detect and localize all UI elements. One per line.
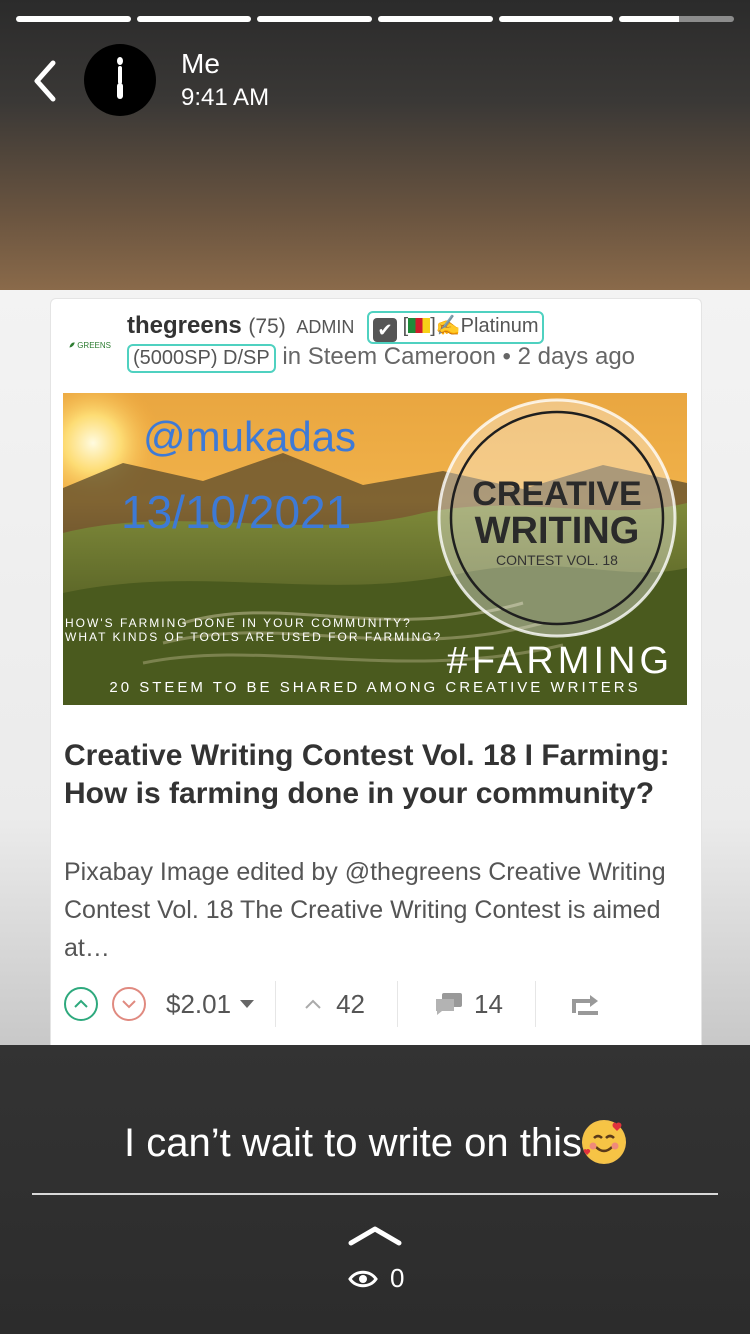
- payout-value[interactable]: $2.01: [166, 989, 231, 1020]
- story-progress-bar: [16, 16, 735, 22]
- image-question-2: WHAT KINDS OF TOOLS ARE USED FOR FARMING…: [65, 630, 442, 644]
- image-handle: @mukadas: [143, 413, 356, 460]
- divider: [397, 981, 398, 1027]
- shared-screenshot: GREENS thegreens (75) ADMIN ✔ []✍Platinu…: [0, 290, 750, 1060]
- comments-icon[interactable]: [434, 991, 464, 1017]
- avatar[interactable]: [84, 44, 156, 116]
- eye-icon: [348, 1270, 378, 1287]
- post-title[interactable]: Creative Writing Contest Vol. 18 I Farmi…: [64, 737, 674, 813]
- author-reputation: (75): [248, 315, 286, 338]
- downvote-button[interactable]: [112, 987, 146, 1021]
- caption-text: I can’t wait to write on this: [124, 1121, 582, 1165]
- post-actions: $2.01 42 14: [64, 979, 684, 1029]
- image-creative: CREATIVE: [472, 475, 641, 513]
- divider: [275, 981, 277, 1027]
- user-badge: ✔ []✍Platinum: [367, 311, 545, 344]
- story-timestamp: 9:41 AM: [181, 84, 270, 111]
- chevron-up-icon: [348, 1226, 402, 1246]
- view-count: 0: [390, 1263, 405, 1293]
- chevron-up-icon[interactable]: [304, 998, 322, 1010]
- divider: [534, 981, 536, 1027]
- chevron-left-icon: [34, 60, 56, 102]
- post-meta-line-1: thegreens (75) ADMIN ✔ []✍Platinum: [127, 311, 545, 344]
- role-label: ADMIN: [296, 317, 355, 337]
- post-excerpt[interactable]: Pixabay Image edited by @thegreens Creat…: [64, 853, 684, 967]
- checkbox-icon: ✔: [373, 318, 398, 342]
- story-footer: I can’t wait to write on this 0: [0, 1045, 750, 1334]
- leaf-icon: [69, 342, 75, 348]
- image-date: 13/10/2021: [121, 486, 351, 538]
- image-writing: WRITING: [475, 510, 640, 552]
- image-hashtag: #FARMING: [447, 640, 673, 682]
- upvote-button[interactable]: [64, 987, 98, 1021]
- smiling-face-with-hearts-icon: [581, 1120, 626, 1164]
- progress-segment: [16, 16, 131, 22]
- progress-segment: [257, 16, 373, 22]
- post-age: 2 days ago: [517, 343, 636, 370]
- community-logo: GREENS: [69, 335, 111, 355]
- logo-text: GREENS: [77, 340, 111, 350]
- post-image-graphic: @mukadas 13/10/2021 CREATIVE WRITING CON…: [63, 393, 687, 705]
- swipe-up-button[interactable]: [347, 1225, 403, 1252]
- community-link[interactable]: in Steem Cameroon: [282, 343, 495, 370]
- story-header-background: [0, 0, 750, 290]
- progress-segment: [136, 16, 252, 22]
- progress-segment: [498, 16, 614, 22]
- meta-bullet: •: [502, 343, 511, 370]
- progress-segment: [378, 16, 493, 22]
- comment-count[interactable]: 14: [474, 989, 503, 1020]
- caret-down-icon[interactable]: [239, 999, 255, 1009]
- author-link[interactable]: thegreens: [127, 312, 242, 339]
- back-button[interactable]: [24, 56, 64, 106]
- badge-sp: (5000SP) D/SP: [127, 344, 276, 373]
- vote-count[interactable]: 42: [336, 989, 365, 1020]
- caption-divider: [32, 1193, 718, 1195]
- story-caption: I can’t wait to write on this: [0, 1120, 750, 1166]
- upvote-icon: [74, 999, 88, 1008]
- writing-hand-icon: ✍: [435, 315, 461, 337]
- viewers-button[interactable]: 0: [348, 1263, 404, 1294]
- cameroon-flag-icon: [408, 318, 431, 333]
- post-image[interactable]: @mukadas 13/10/2021 CREATIVE WRITING CON…: [63, 393, 687, 705]
- badge-level: Platinum: [460, 315, 539, 337]
- post-meta-line-2: (5000SP) D/SP in Steem Cameroon • 2 days…: [127, 343, 635, 373]
- image-contest: CONTEST VOL. 18: [496, 552, 618, 568]
- progress-segment-current: [619, 16, 735, 22]
- image-prize: 20 STEEM TO BE SHARED AMONG CREATIVE WRI…: [109, 679, 640, 696]
- resteem-icon[interactable]: [571, 993, 600, 1015]
- story-user-name[interactable]: Me: [181, 48, 220, 80]
- post-card[interactable]: GREENS thegreens (75) ADMIN ✔ []✍Platinu…: [50, 298, 702, 1060]
- downvote-icon: [122, 1000, 136, 1009]
- avatar-figure-icon: [117, 57, 123, 99]
- image-question-1: HOW'S FARMING DONE IN YOUR COMMUNITY?: [65, 616, 412, 630]
